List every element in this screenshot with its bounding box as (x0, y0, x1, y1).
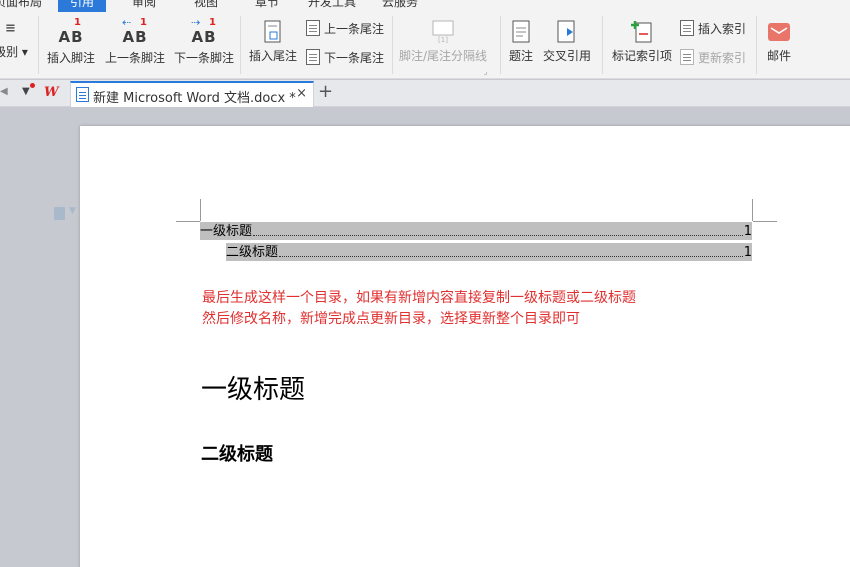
tab-list-dropdown-icon[interactable]: ▼ (22, 86, 30, 97)
wps-logo-icon[interactable]: W (44, 85, 59, 100)
tab-document[interactable]: 新建 Microsoft Word 文档.docx * × (70, 81, 314, 107)
crop-mark (176, 221, 200, 222)
prev-endnote-button[interactable]: 上一条尾注 (306, 20, 384, 37)
insert-index-label: 插入索引 (698, 22, 747, 36)
menu-tab-review[interactable]: 审阅 (132, 0, 156, 10)
insert-endnote-button[interactable]: 插入尾注 (246, 20, 300, 64)
back-icon[interactable]: ◀ (0, 86, 8, 97)
footnote-separator-button[interactable]: [1] 脚注/尾注分隔线 (396, 20, 490, 64)
insert-footnote-button[interactable]: 1 AB 插入脚注 (44, 17, 98, 66)
menu-tab-strip: 页面布局 引用 审阅 视图 章节 开发工具 云服务 (0, 0, 850, 12)
mail-label: 邮件 (766, 49, 791, 63)
word-document-icon (76, 87, 89, 102)
crop-mark (752, 199, 753, 221)
next-footnote-label: 下一条脚注 (173, 51, 234, 65)
page-marker-icon[interactable] (54, 207, 65, 220)
prev-footnote-icon: ⇠ 1 AB (122, 16, 148, 46)
mail-button[interactable]: 邮件 (760, 20, 798, 64)
next-footnote-icon: ⇢ 1 AB (191, 16, 217, 46)
ribbon-separator (500, 16, 501, 74)
new-tab-icon[interactable]: + (318, 83, 333, 101)
ribbon-separator (756, 16, 757, 74)
level-icon: ≡ (5, 21, 17, 36)
prev-endnote-icon (306, 20, 320, 36)
caption-label: 题注 (508, 49, 533, 63)
mark-index-entry-button[interactable]: 标记索引项 (608, 20, 676, 64)
menu-tab-cloud[interactable]: 云服务 (382, 0, 418, 10)
insert-footnote-label: 插入脚注 (46, 51, 95, 65)
insert-index-icon (680, 20, 694, 36)
document-page[interactable]: 一级标题 1 二级标题 1 最后生成这样一个目录，如果有新增内容直接复制一级标题… (80, 126, 850, 567)
toc-leader-dots (253, 235, 743, 236)
crop-mark (200, 199, 201, 221)
update-index-label: 更新索引 (698, 51, 747, 65)
prev-endnote-label: 上一条尾注 (324, 22, 385, 36)
prev-footnote-label: 上一条脚注 (104, 51, 165, 65)
toc-level-button[interactable]: ≡ 级别 ▾ (0, 20, 28, 60)
heading-level1: 一级标题 (201, 375, 306, 405)
ribbon-separator (38, 16, 39, 74)
menu-tab-chapter[interactable]: 章节 (255, 0, 279, 10)
ribbon-references: ≡ 级别 ▾ 1 AB 插入脚注 ⇠ 1 AB 上一条脚注 ⇢ 1 AB 下一条… (0, 12, 850, 79)
toc-entry-page: 1 (743, 224, 752, 239)
tab-document-title: 新建 Microsoft Word 文档.docx * (93, 91, 296, 106)
toc-leader-dots (279, 256, 743, 257)
toc-entry-level1[interactable]: 一级标题 1 (200, 222, 752, 240)
cross-reference-button[interactable]: 交叉引用 (540, 20, 594, 64)
ribbon-separator (392, 16, 393, 74)
toc-level-label: 级别 ▾ (0, 45, 28, 59)
page-marker-dropdown-icon[interactable]: ▼ (69, 206, 76, 216)
ribbon-separator (602, 16, 603, 74)
cross-reference-label: 交叉引用 (542, 49, 591, 63)
heading-level2: 二级标题 (201, 444, 273, 465)
crop-mark (753, 221, 777, 222)
menu-tab-page-layout[interactable]: 页面布局 (0, 0, 42, 10)
insert-index-button[interactable]: 插入索引 (680, 20, 746, 37)
toc-entry-text: 二级标题 (226, 245, 279, 260)
next-endnote-icon (306, 49, 320, 65)
caption-button[interactable]: 题注 (504, 20, 538, 64)
next-endnote-button[interactable]: 下一条尾注 (306, 49, 384, 66)
endnote-icon (262, 20, 284, 44)
toc-entry-page: 1 (743, 245, 752, 260)
caption-icon (511, 20, 531, 44)
toc-entry-level2[interactable]: 二级标题 1 (226, 243, 752, 261)
menu-tab-references[interactable]: 引用 (58, 0, 107, 12)
cross-reference-icon (555, 20, 579, 44)
toc-entry-text: 一级标题 (200, 224, 253, 239)
menu-tab-developer[interactable]: 开发工具 (308, 0, 356, 10)
svg-text:[1]: [1] (438, 36, 448, 44)
notification-dot-icon (30, 83, 35, 88)
next-footnote-button[interactable]: ⇢ 1 AB 下一条脚注 (172, 16, 236, 66)
update-index-button[interactable]: 更新索引 (680, 49, 746, 66)
instruction-note-line: 最后生成这样一个目录，如果有新增内容直接复制一级标题或二级标题 (202, 290, 636, 306)
mark-index-entry-label: 标记索引项 (611, 49, 672, 63)
mark-index-icon (630, 20, 654, 44)
instruction-note-line: 然后修改名称，新增完成点更新目录，选择更新整个目录即可 (202, 311, 580, 327)
footnote-separator-label: 脚注/尾注分隔线 (398, 49, 488, 63)
insert-endnote-label: 插入尾注 (248, 49, 297, 63)
ribbon-separator (240, 16, 241, 74)
dialog-launcher-icon[interactable]: ⌟ (484, 68, 487, 76)
update-index-icon (680, 49, 694, 65)
separator-icon: [1] (430, 20, 456, 44)
footnote-icon: 1 AB (58, 17, 84, 47)
prev-footnote-button[interactable]: ⇠ 1 AB 上一条脚注 (103, 16, 167, 66)
mail-icon (767, 20, 791, 44)
menu-tab-view[interactable]: 视图 (194, 0, 218, 10)
document-tab-bar: ◀ ▼ W 新建 Microsoft Word 文档.docx * × + (0, 80, 850, 107)
next-endnote-label: 下一条尾注 (324, 51, 385, 65)
document-canvas[interactable]: ▼ 一级标题 1 二级标题 1 最后生成这样一个目录，如果有新增内容直接复制一级… (0, 108, 850, 567)
close-tab-icon[interactable]: × (296, 86, 307, 101)
